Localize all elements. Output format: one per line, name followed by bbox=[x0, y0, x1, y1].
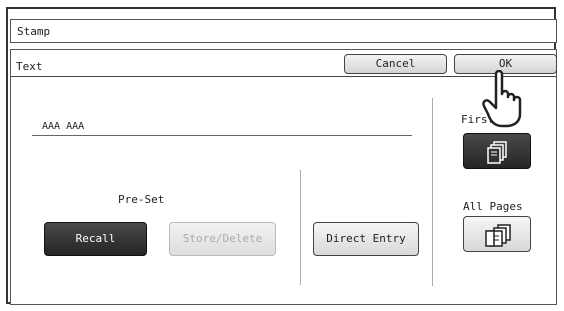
stamp-text-value[interactable]: AAA AAA bbox=[42, 121, 84, 132]
panel-title: Text bbox=[16, 60, 43, 73]
all-pages-label: All Pages bbox=[463, 200, 523, 213]
recall-button[interactable]: Recall bbox=[44, 222, 147, 256]
preset-label: Pre-Set bbox=[118, 193, 165, 206]
first-page-button[interactable] bbox=[463, 133, 531, 169]
direct-entry-button[interactable]: Direct Entry bbox=[313, 222, 419, 256]
text-entry-underline bbox=[32, 135, 412, 136]
divider-vertical-middle bbox=[300, 170, 301, 285]
all-pages-stack-icon bbox=[485, 224, 511, 247]
all-pages-button[interactable] bbox=[463, 216, 531, 252]
divider-vertical-right bbox=[432, 98, 433, 286]
panel-header: Text Cancel OK bbox=[11, 50, 557, 77]
first-page-stack-icon bbox=[487, 141, 507, 164]
stamp-label: Stamp bbox=[17, 25, 51, 38]
text-panel: Text Cancel OK bbox=[10, 49, 557, 305]
stamp-title-bar: Stamp bbox=[10, 19, 557, 43]
pointing-hand-icon bbox=[482, 70, 522, 128]
store-delete-button[interactable]: Store/Delete bbox=[169, 222, 276, 256]
cancel-button[interactable]: Cancel bbox=[344, 54, 447, 74]
